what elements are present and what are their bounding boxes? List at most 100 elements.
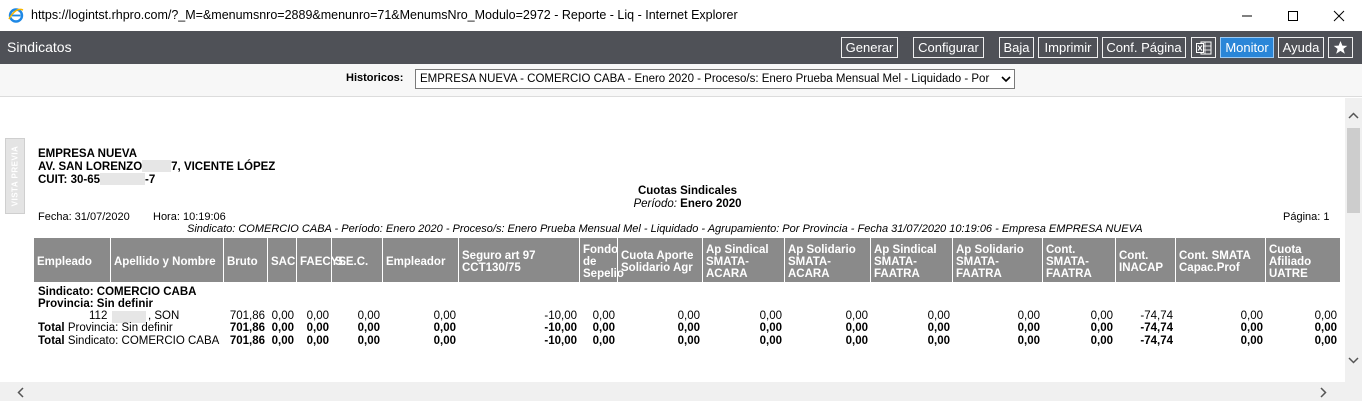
table-row-value: 0,00 [1240,310,1263,322]
maximize-icon [1288,10,1298,21]
total-provincia-value: 0,00 [845,322,868,334]
report-title: Cuotas Sindicales [637,185,738,197]
report-hora: Hora: 10:19:06 [153,211,226,223]
column-header: Ap Solidario SMATA-ACARA [785,238,871,282]
group-provincia: Provincia: Sin definir [38,298,154,310]
conf-pagina-button[interactable]: Conf. Página [1102,37,1186,58]
total-label: Total [38,335,65,347]
table-row-value: 0,00 [357,310,380,322]
close-button[interactable] [1316,0,1362,31]
total-provincia-value: 0,00 [1314,322,1337,334]
total-sub: Sindicato: COMERCIO CABA [64,335,220,347]
historicos-selected-value: EMPRESA NUEVA - COMERCIO CABA - Enero 20… [420,73,990,85]
column-header: Apellido y Nombre [111,238,224,282]
table-row-nombre: , SON [148,310,180,322]
column-header: Cuota Afiliado UATRE [1269,243,1312,280]
total-provincia-label: Total Provincia: Sin definir [38,322,173,334]
scroll-up-icon[interactable] [1348,112,1359,119]
close-icon [1333,10,1345,21]
minimize-button[interactable] [1224,0,1270,31]
scroll-right-icon[interactable] [1320,387,1327,398]
table-row-value: 0,00 [927,310,950,322]
total-provincia-value: 0,00 [433,322,456,334]
total-provincia-value: 0,00 [1017,322,1040,334]
column-header: SAC [268,238,297,282]
table-row-value: -10,00 [544,310,577,322]
total-provincia-value: 0,00 [271,322,294,334]
total-sindicato-value: 0,00 [1017,335,1040,347]
company-name: EMPRESA NUEVA [38,148,138,160]
table-row-value: 0,00 [1314,310,1337,322]
table-header: Empleado Apellido y Nombre Bruto SAC FAECYS S… [34,238,1340,282]
historicos-label: Historicos: [346,72,404,84]
total-provincia-value: 0,00 [759,322,782,334]
redacted-block [142,160,172,172]
table-row-value: 0,00 [1090,310,1113,322]
report-area: VISTA PREVIA EMPRESA NUEVA AV. SAN LOREN… [0,98,1345,382]
configurar-button[interactable]: Configurar [913,37,984,58]
total-sindicato-value: 0,00 [759,335,782,347]
total-sindicato-value: 0,00 [1314,335,1337,347]
vertical-scrollbar[interactable] [1345,98,1362,382]
total-sindicato-value: 0,00 [433,335,456,347]
total-sindicato-value: 0,00 [1090,335,1113,347]
column-header: Seguro art 97 CCT130/75 [459,238,580,282]
total-sindicato-value: 0,00 [271,335,294,347]
scroll-left-icon[interactable] [17,387,24,398]
column-header: Empleador [383,238,459,282]
column-header: Bruto [224,238,268,282]
column-header: Ap Sindical SMATA-FAATRA [871,238,953,282]
window-title: https://logintst.rhpro.com/?_M=&menumsnr… [31,8,738,22]
total-provincia-value: 0,00 [306,322,329,334]
table-row-value: 0,00 [759,310,782,322]
total-label: Total [38,322,65,334]
imprimir-button[interactable]: Imprimir [1038,37,1098,58]
column-header: Empleado [34,238,111,282]
total-provincia-value: 0,00 [592,322,615,334]
report-fecha: Fecha: 31/07/2020 [38,211,130,223]
total-sindicato-value: 0,00 [1240,335,1263,347]
table-row-value: -74,74 [1140,310,1173,322]
ayuda-button[interactable]: Ayuda [1278,37,1324,58]
total-sindicato-label: Total Sindicato: COMERCIO CABA [38,335,219,347]
report-periodo: Período: Enero 2020 [0,198,1345,210]
table-row-value: 0,00 [845,310,868,322]
app-title: Sindicatos [7,39,72,55]
total-sindicato-value: -10,00 [544,335,577,347]
total-provincia-value: 0,00 [357,322,380,334]
vertical-scroll-thumb[interactable] [1347,128,1360,213]
table-row-value: 0,00 [433,310,456,322]
group-sindicato: Sindicato: COMERCIO CABA [38,286,197,298]
chevron-down-icon [998,70,1014,88]
total-sindicato-value: 0,00 [357,335,380,347]
table-row-value: 0,00 [271,310,294,322]
total-provincia-value: 0,00 [677,322,700,334]
total-sindicato-value: 0,00 [592,335,615,347]
total-provincia-value: -74,74 [1140,322,1173,334]
address-part-2: 7, VICENTE LÓPEZ [171,161,276,173]
minimize-icon [1242,15,1252,16]
window-titlebar: https://logintst.rhpro.com/?_M=&menumsnr… [0,0,1362,32]
total-sindicato-value: 0,00 [677,335,700,347]
table-row-value: 0,00 [592,310,615,322]
report-pagina: Página: 1 [1283,211,1330,223]
horizontal-scrollbar[interactable] [0,382,1345,401]
total-sindicato-value: 0,00 [845,335,868,347]
column-header: Cuota Aporte Solidario Agr [618,238,703,282]
column-header: Cont. INACAP [1116,238,1176,282]
company-address: AV. SAN LORENZO 7, VICENTE LÓPEZ [38,160,275,173]
column-header: Ap Sindical SMATA-ACARA [703,238,785,282]
table-row-value: 0,00 [306,310,329,322]
excel-export-button[interactable] [1191,37,1216,58]
favorite-button[interactable] [1328,37,1353,58]
scroll-down-icon[interactable] [1348,357,1359,364]
historicos-bar: Historicos: EMPRESA NUEVA - COMERCIO CAB… [0,64,1362,97]
generar-button[interactable]: Generar [841,37,898,58]
historicos-select[interactable]: EMPRESA NUEVA - COMERCIO CABA - Enero 20… [415,69,1015,89]
excel-icon [1195,41,1211,55]
table-row-value: 701,86 [229,310,265,322]
monitor-button[interactable]: Monitor [1220,37,1274,58]
maximize-button[interactable] [1270,0,1316,31]
baja-button[interactable]: Baja [999,37,1034,58]
internet-explorer-icon [8,8,24,23]
